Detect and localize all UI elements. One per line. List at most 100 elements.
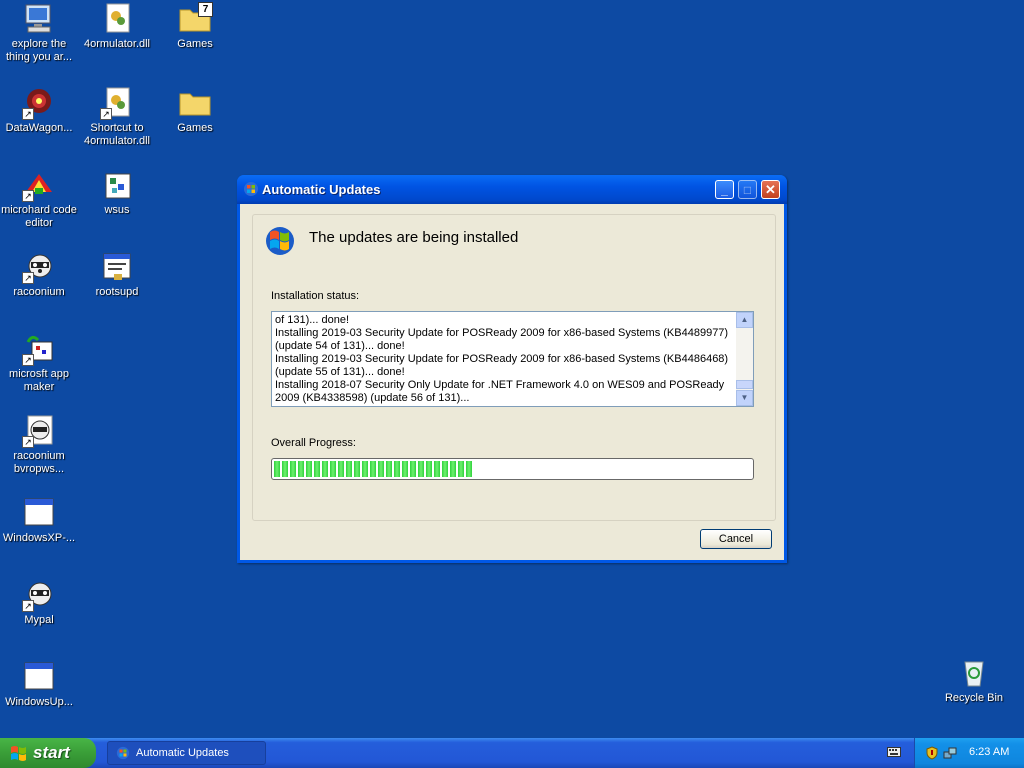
desktop-icon-label: DataWagon... bbox=[5, 122, 73, 134]
folder-badge: 7 bbox=[198, 2, 213, 17]
folder-icon bbox=[178, 86, 212, 120]
start-button[interactable]: start bbox=[0, 738, 96, 768]
progress-fill bbox=[274, 461, 472, 477]
clock: 6:23 AM bbox=[969, 746, 1010, 758]
maximize-button[interactable]: □ bbox=[738, 180, 757, 199]
taskbar-item-label: Automatic Updates bbox=[136, 747, 229, 759]
windows-update-icon bbox=[116, 746, 130, 760]
shortcut-arrow-icon: ↗ bbox=[22, 272, 34, 284]
desktop-icon-datawagon[interactable]: ↗ DataWagon... bbox=[0, 86, 78, 135]
close-icon: ✕ bbox=[765, 182, 776, 197]
desktop-icon-label: racoonium bvropws... bbox=[13, 450, 65, 475]
desktop-icon-label: Games bbox=[177, 122, 213, 134]
security-shield-icon[interactable] bbox=[925, 746, 939, 760]
log-line: Installing 2019-03 Security Update for P… bbox=[275, 327, 729, 352]
desktop-icon-windowsup[interactable]: WindowsUp... bbox=[0, 660, 78, 709]
overall-progress-label: Overall Progress: bbox=[271, 437, 356, 449]
chevron-up-icon: ▲ bbox=[740, 315, 749, 324]
shortcut-arrow-icon: ↗ bbox=[22, 190, 34, 202]
taskbar-item-automatic-updates[interactable]: Automatic Updates bbox=[107, 741, 266, 765]
log-line: Installing 2018-07 Security Only Update … bbox=[275, 379, 725, 404]
raccoon-icon: ↗ bbox=[22, 250, 56, 284]
desktop-icon-mypal[interactable]: ↗ Mypal bbox=[0, 578, 78, 627]
minimize-button[interactable]: _ bbox=[715, 180, 734, 199]
desktop-icon-label: microsft app maker bbox=[9, 368, 69, 393]
log-line: Installing 2019-03 Security Update for P… bbox=[275, 353, 729, 378]
window-icon bbox=[22, 660, 56, 694]
desktop-icon-label: microhard code editor bbox=[1, 204, 77, 229]
shortcut-arrow-icon: ↗ bbox=[22, 108, 34, 120]
log-line: of 131)... done! bbox=[275, 314, 349, 326]
close-button[interactable]: ✕ bbox=[761, 180, 780, 199]
shortcut-arrow-icon: ↗ bbox=[22, 354, 34, 366]
installation-log[interactable]: of 131)... done! Installing 2019-03 Secu… bbox=[271, 311, 754, 407]
desktop-icon-label: WindowsUp... bbox=[5, 696, 73, 708]
update-panel: The updates are being installed Installa… bbox=[252, 214, 776, 521]
start-label: start bbox=[33, 743, 70, 762]
desktop-icon-recycle-bin[interactable]: Recycle Bin bbox=[935, 656, 1013, 705]
app-icon: ↗ bbox=[22, 168, 56, 202]
desktop-icon-games-2[interactable]: Games bbox=[156, 86, 234, 135]
cancel-button[interactable]: Cancel bbox=[700, 529, 772, 549]
desktop-icon-label: rootsupd bbox=[95, 286, 139, 298]
desktop-icon-label: explore the thing you ar... bbox=[5, 38, 73, 63]
desktop-icon-label: racoonium bbox=[13, 286, 65, 298]
scroll-up-button[interactable]: ▲ bbox=[736, 312, 753, 328]
recycle-bin-icon bbox=[957, 656, 991, 690]
window-title: Automatic Updates bbox=[262, 182, 381, 197]
desktop-icon-games-1[interactable]: 7 Games bbox=[156, 2, 234, 51]
desktop-icon-label: wsus bbox=[104, 204, 130, 216]
desktop-icon-label: 4ormulator.dll bbox=[83, 38, 151, 50]
keyboard-icon[interactable] bbox=[887, 746, 901, 758]
window-icon bbox=[22, 496, 56, 530]
dll-icon: ↗ bbox=[100, 86, 134, 120]
overall-progress-bar bbox=[271, 458, 754, 480]
desktop-icon-label: Mypal bbox=[24, 614, 54, 626]
installation-status-label: Installation status: bbox=[271, 290, 360, 302]
desktop-icon-4ormulator[interactable]: 4ormulator.dll bbox=[78, 2, 156, 51]
desktop-icon-racoonium[interactable]: ↗ racoonium bbox=[0, 250, 78, 299]
desktop-icon-label: WindowsXP-... bbox=[2, 532, 76, 544]
desktop-icon-wsus[interactable]: wsus bbox=[78, 168, 156, 217]
desktop-icon-label: Recycle Bin bbox=[944, 692, 1004, 704]
desktop-icon-app-maker[interactable]: ↗ microsft app maker bbox=[0, 332, 78, 394]
dll-icon bbox=[100, 2, 134, 36]
desktop-icon-explore[interactable]: explore the thing you ar... bbox=[0, 2, 78, 64]
automatic-updates-dialog: Automatic Updates _ □ ✕ The updates are … bbox=[237, 175, 787, 563]
maximize-icon: □ bbox=[743, 183, 752, 197]
log-text: of 131)... done! Installing 2019-03 Secu… bbox=[275, 314, 733, 405]
windows-update-icon bbox=[244, 182, 258, 196]
scroll-down-button[interactable]: ▼ bbox=[736, 390, 753, 406]
shortcut-arrow-icon: ↗ bbox=[100, 108, 112, 120]
dialog-heading: The updates are being installed bbox=[309, 229, 519, 246]
desktop-icon-microhard[interactable]: ↗ microhard code editor bbox=[0, 168, 78, 230]
web-icon: ↗ bbox=[22, 86, 56, 120]
shortcut-arrow-icon: ↗ bbox=[22, 600, 34, 612]
desktop-icon-racoonium-bvropws[interactable]: ↗ racoonium bvropws... bbox=[0, 414, 78, 476]
folder-icon: 7 bbox=[178, 2, 213, 36]
app-icon: ↗ bbox=[22, 332, 56, 366]
desktop: explore the thing you ar... ↗ DataWagon.… bbox=[0, 0, 1024, 738]
taskbar: start Automatic Updates 6:23 AM bbox=[0, 738, 1024, 768]
dialog-body: The updates are being installed Installa… bbox=[240, 204, 784, 560]
raccoon-icon: ↗ bbox=[22, 414, 56, 448]
desktop-icon-label: Games bbox=[177, 38, 213, 50]
windows-logo-icon bbox=[11, 746, 26, 761]
system-tray: 6:23 AM bbox=[914, 738, 1024, 768]
computer-icon bbox=[22, 2, 56, 36]
desktop-icon-shortcut-4ormulator[interactable]: ↗ Shortcut to 4ormulator.dll bbox=[78, 86, 156, 148]
window-icon bbox=[100, 250, 134, 284]
raccoon-icon: ↗ bbox=[22, 578, 56, 612]
scroll-thumb[interactable] bbox=[736, 380, 753, 389]
title-bar[interactable]: Automatic Updates _ □ ✕ bbox=[237, 175, 787, 204]
desktop-icon-label: Shortcut to 4ormulator.dll bbox=[83, 122, 151, 147]
minimize-icon: _ bbox=[721, 183, 728, 197]
desktop-icon-rootsupd[interactable]: rootsupd bbox=[78, 250, 156, 299]
network-icon[interactable] bbox=[943, 746, 957, 760]
windows-logo-icon bbox=[266, 227, 294, 255]
log-scrollbar[interactable]: ▲ ▼ bbox=[736, 312, 753, 406]
desktop-icon-windowsxp[interactable]: WindowsXP-... bbox=[0, 496, 78, 545]
script-icon bbox=[100, 168, 134, 202]
chevron-down-icon: ▼ bbox=[740, 393, 749, 402]
shortcut-arrow-icon: ↗ bbox=[22, 436, 34, 448]
